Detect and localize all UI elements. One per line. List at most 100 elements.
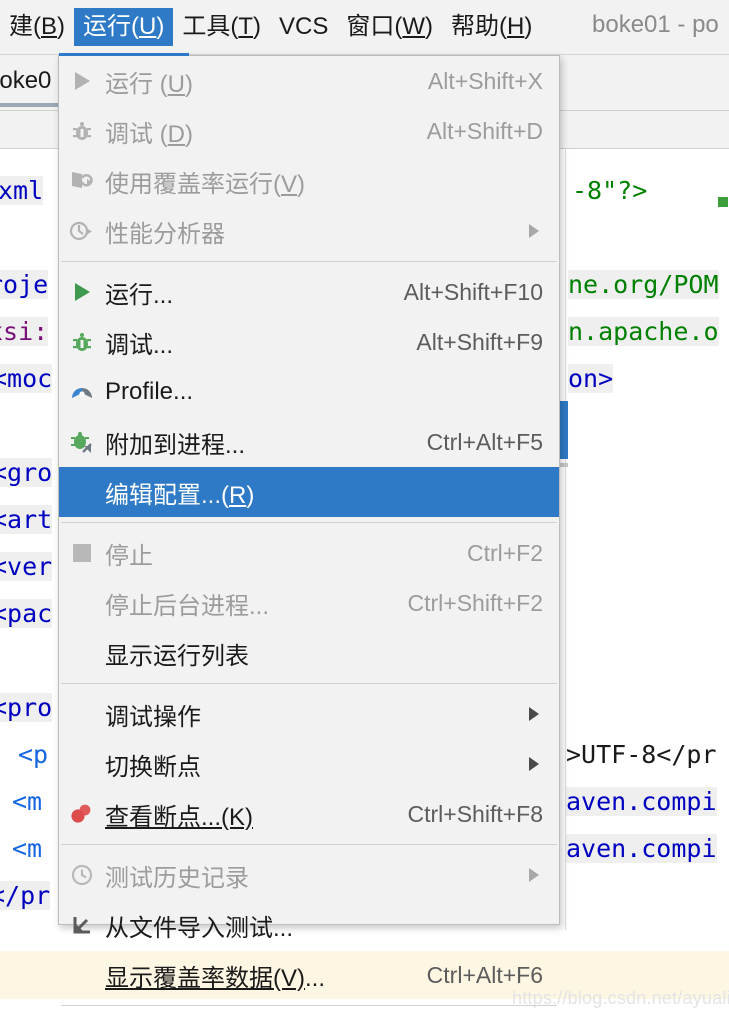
code-line-9-left: <pro: [0, 684, 53, 731]
breakpoint-dots-icon: [59, 803, 105, 825]
menu-item-accel: Ctrl+Shift+F8: [407, 800, 544, 827]
menu-item-label: 查看断点...(K): [105, 803, 253, 831]
menu-item-label: 使用覆盖率运行(V): [105, 170, 306, 198]
menubar-item-tools[interactable]: 工具(T): [173, 8, 270, 46]
code-line-7-left: <ver: [0, 543, 53, 590]
menu-separator-1: [61, 261, 557, 262]
menu-item-debug-d[interactable]: 调试 (D) Alt+Shift+D: [59, 106, 559, 156]
profile-gauge-icon: [59, 380, 105, 404]
menu-item-accel: Ctrl+Alt+F6: [426, 961, 543, 988]
menu-item-label: 停止: [105, 542, 153, 570]
menu-item-show-coverage-data[interactable]: 显示覆盖率数据(V)... Ctrl+Alt+F6: [59, 950, 559, 1000]
editor-inspection-marker: [718, 197, 728, 207]
code-line-1-right: -8"?>: [572, 176, 648, 205]
menu-item-label: 编辑配置...(R): [105, 481, 255, 509]
code-line-3-left: xsi:: [0, 308, 49, 355]
menu-item-label: 测试历史记录: [105, 864, 249, 892]
run-dropdown-menu[interactable]: 运行 (U) Alt+Shift+X 调试 (D) Alt+Shift+D 使用…: [58, 53, 560, 1006]
code-line-4-left: <moc: [0, 355, 53, 402]
menu-separator-2: [61, 522, 557, 523]
editor-tab-pom[interactable]: boke0: [0, 67, 51, 95]
chevron-right-icon: [521, 707, 559, 721]
menubar-item-window[interactable]: 窗口(W): [337, 8, 442, 46]
menu-item-import-tests-from-file[interactable]: 从文件导入测试...: [59, 900, 559, 950]
menu-item-accel: Alt+Shift+F10: [403, 278, 543, 305]
menu-item-stop-background-processes[interactable]: 停止后台进程... Ctrl+Shift+F2: [59, 578, 559, 628]
menu-item-debug[interactable]: 调试... Alt+Shift+F9: [59, 317, 559, 367]
menu-item-accel: Alt+Shift+F9: [416, 328, 543, 355]
menu-item-profiler[interactable]: 性能分析器: [59, 206, 559, 256]
menu-item-label: 调试...: [105, 331, 174, 359]
menu-item-attach-to-process[interactable]: 附加到进程... Ctrl+Alt+F5: [59, 417, 559, 467]
code-line-12-left: <m: [12, 834, 43, 863]
menu-item-run[interactable]: 运行... Alt+Shift+F10: [59, 267, 559, 317]
menu-item-debug-actions[interactable]: 调试操作: [59, 689, 559, 739]
menu-item-run-u[interactable]: 运行 (U) Alt+Shift+X: [59, 56, 559, 106]
code-line-10-right: >UTF-8</pr: [566, 740, 717, 769]
code-line-5-left: <gro: [0, 449, 53, 496]
code-line-2-right: ne.org/POM: [568, 270, 719, 299]
menu-item-label: 运行...: [105, 281, 174, 309]
code-line-4-right: on>: [568, 364, 614, 393]
code-line-10-left: <p: [18, 740, 49, 769]
menu-item-toggle-breakpoint[interactable]: 切换断点: [59, 739, 559, 789]
menu-item-label: 性能分析器: [105, 220, 225, 248]
menubar-item-vcs[interactable]: VCS: [270, 8, 337, 46]
menu-item-run-with-coverage[interactable]: 使用覆盖率运行(V): [59, 156, 559, 206]
menu-item-label: 调试操作: [105, 703, 201, 731]
run-triangle-icon: [59, 72, 105, 90]
screenshot-root: 建(B) 运行(U) 工具(T) VCS 窗口(W) 帮助(H) boke01 …: [0, 0, 729, 1018]
code-line-11-right: aven.compi: [566, 787, 717, 816]
menubar-item-build[interactable]: 建(B): [0, 8, 74, 46]
code-line-11-left: <m: [12, 787, 43, 816]
run-coverage-icon: [59, 169, 105, 193]
chevron-right-icon: [521, 868, 559, 882]
editor-right-divider: [565, 149, 566, 930]
menubar-item-help[interactable]: 帮助(H): [442, 8, 541, 46]
menu-item-label: 显示覆盖率数据(V)...: [105, 964, 326, 992]
code-line-13-left: </pr: [0, 872, 51, 919]
menu-item-label: 附加到进程...: [105, 431, 246, 459]
menu-separator-5: [61, 1005, 557, 1006]
clock-history-icon: [59, 863, 105, 887]
menu-item-accel: Ctrl+Shift+F2: [407, 589, 544, 616]
chevron-right-icon: [521, 224, 559, 238]
debug-bug-icon: [59, 119, 105, 143]
menu-item-profile[interactable]: Profile...: [59, 367, 559, 417]
import-arrow-icon: [59, 913, 105, 937]
code-line-2-left: roje: [0, 261, 49, 308]
run-triangle-icon: [59, 283, 105, 301]
code-line-1-left: xml: [0, 176, 44, 205]
code-line-3-right: n.apache.o: [568, 317, 719, 346]
window-title: boke01 - po: [592, 11, 719, 38]
profiler-icon: [59, 219, 105, 243]
menu-item-stop[interactable]: 停止 Ctrl+F2: [59, 528, 559, 578]
menu-item-label: Profile...: [105, 378, 194, 405]
menu-separator-3: [61, 683, 557, 684]
menu-item-view-breakpoints[interactable]: 查看断点...(K) Ctrl+Shift+F8: [59, 789, 559, 839]
menu-item-label: 运行 (U): [105, 70, 194, 98]
menu-item-accel: Ctrl+F2: [466, 539, 543, 566]
menu-item-label: 从文件导入测试...: [105, 914, 294, 942]
menu-item-label: 显示运行列表: [105, 642, 249, 670]
menu-item-test-history[interactable]: 测试历史记录: [59, 850, 559, 900]
menubar-item-run[interactable]: 运行(U): [74, 8, 174, 46]
menu-item-edit-configurations[interactable]: 编辑配置...(R): [59, 467, 559, 517]
attach-process-icon: [59, 430, 105, 454]
chevron-right-icon: [521, 757, 559, 771]
editor-tab-underline: [0, 103, 58, 107]
menu-item-attach-profiler-to-process[interactable]: 将分析器附加到进程...: [59, 1011, 559, 1018]
menu-item-label: 停止后台进程...: [105, 592, 270, 620]
code-line-12-right: aven.compi: [566, 834, 717, 863]
menu-item-label: 调试 (D): [105, 120, 194, 148]
menu-item-show-running-list[interactable]: 显示运行列表: [59, 628, 559, 678]
stop-square-icon: [59, 544, 105, 562]
menu-separator-4: [61, 844, 557, 845]
menu-item-accel: Alt+Shift+X: [427, 67, 543, 94]
menu-item-accel: Alt+Shift+D: [426, 117, 543, 144]
code-line-6-left: <art: [0, 496, 53, 543]
menu-item-accel: Ctrl+Alt+F5: [426, 428, 543, 455]
menu-item-label: 切换断点: [105, 753, 201, 781]
debug-bug-icon: [59, 330, 105, 354]
code-line-8-left: <pac: [0, 590, 53, 637]
